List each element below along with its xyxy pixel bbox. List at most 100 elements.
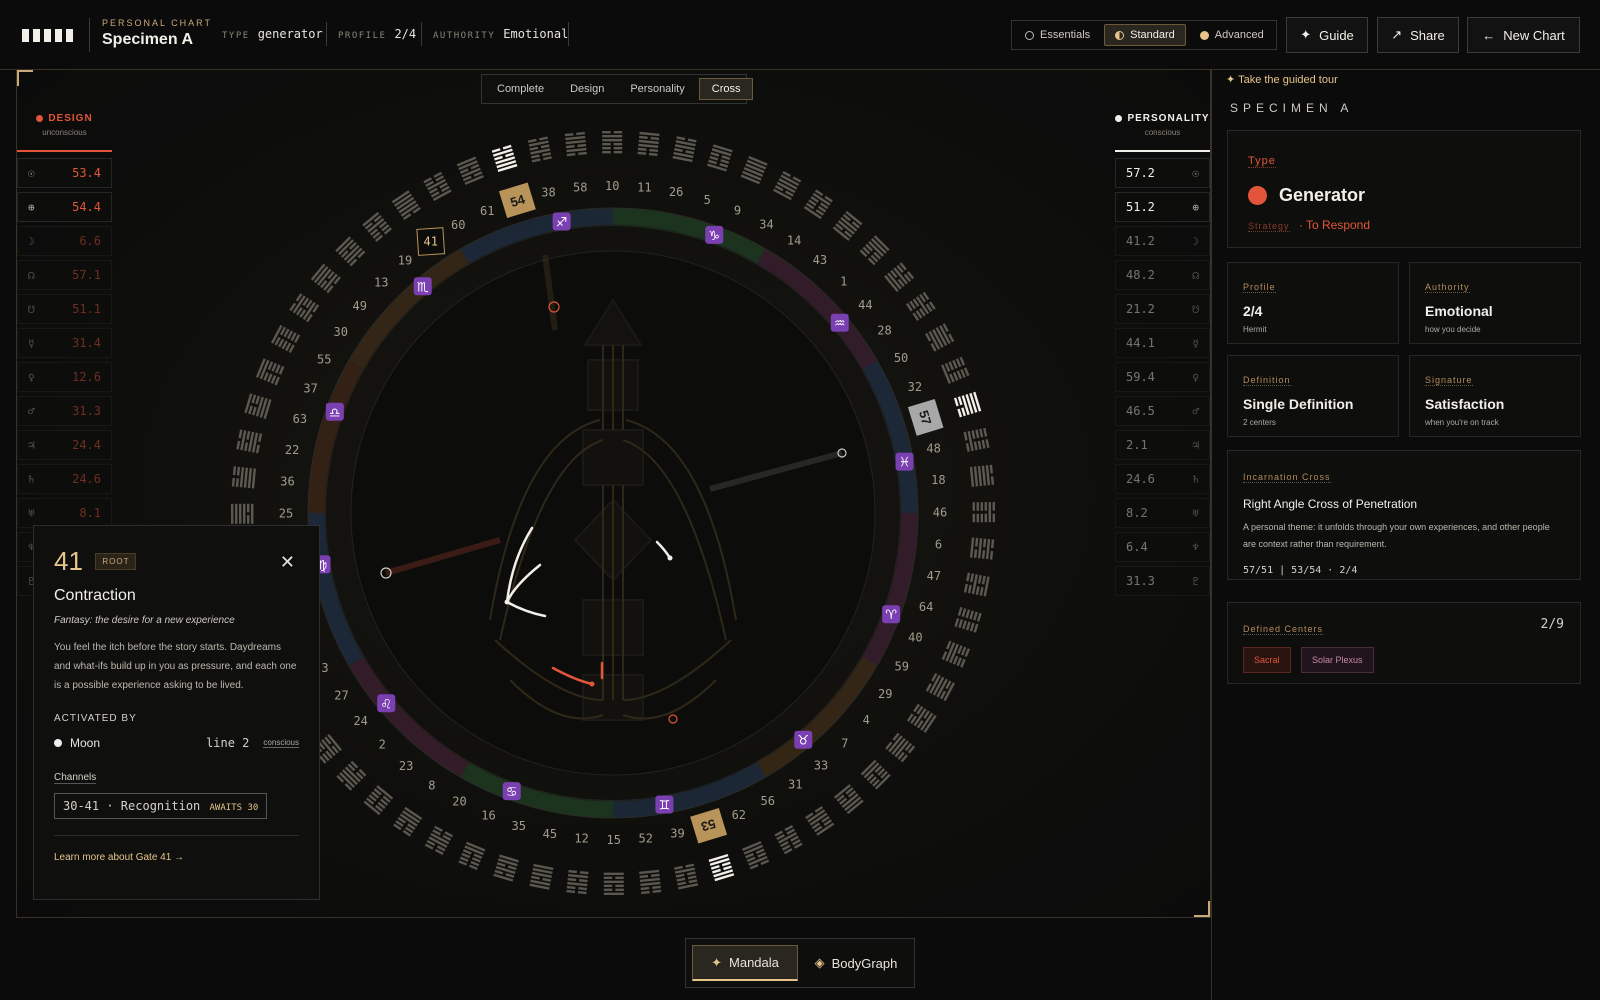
hexagram-icon	[906, 703, 937, 733]
gate-number-label[interactable]: 36	[280, 475, 294, 489]
hexagram-icon	[969, 537, 995, 560]
svg-text:♉: ♉	[797, 734, 809, 749]
gate-number-label[interactable]: 26	[669, 185, 683, 199]
gate-number-label[interactable]: 47	[927, 569, 941, 583]
hexagram-icon	[860, 759, 891, 790]
gate-number-label[interactable]: 56	[761, 794, 775, 808]
highlighted-gate-marker[interactable]: 53	[690, 807, 728, 844]
tab-design[interactable]: Design	[558, 78, 616, 100]
gate-number-label[interactable]: 25	[279, 507, 293, 521]
hexagram-icon	[391, 190, 421, 221]
gate-number-label[interactable]: 9	[734, 204, 741, 218]
activation-kind: conscious	[263, 738, 299, 748]
hexagram-icon	[602, 130, 623, 154]
hexagram-icon	[905, 291, 936, 321]
hexagram-icon	[742, 841, 770, 870]
activation-row: Moon line 2 conscious	[54, 736, 299, 750]
highlighted-gate-marker[interactable]: 57	[907, 398, 944, 436]
gate-number-label[interactable]: 62	[732, 808, 746, 822]
hexagram-icon	[708, 853, 735, 882]
close-icon[interactable]: ✕	[280, 552, 295, 573]
gate-number-label[interactable]: 11	[637, 181, 651, 195]
hexagram-icon	[834, 784, 864, 815]
gate-number-label[interactable]: 38	[541, 185, 555, 199]
gate-number-label[interactable]: 44	[858, 298, 872, 312]
gate-number-label[interactable]: 28	[877, 324, 891, 338]
gate-number-label[interactable]: 22	[285, 443, 299, 457]
gate-number-label[interactable]: 40	[908, 630, 922, 644]
gate-number-label[interactable]: 64	[919, 600, 933, 614]
gate-number-label[interactable]: 61	[480, 204, 494, 218]
channels-heading: Channels	[54, 772, 97, 784]
gate-number-label[interactable]: 30	[333, 325, 347, 339]
gate-number-label[interactable]: 46	[933, 505, 947, 519]
gate-number-label[interactable]: 58	[573, 181, 587, 195]
gate-number-label[interactable]: 39	[670, 827, 684, 841]
gate-number-label[interactable]: 10	[605, 179, 619, 193]
hexagram-icon	[925, 323, 955, 352]
gate-number-label[interactable]: 60	[451, 218, 465, 232]
gate-number-label[interactable]: 7	[841, 737, 848, 751]
selected-gate-marker[interactable]: 41	[416, 227, 446, 256]
tab-cross[interactable]: Cross	[698, 78, 754, 100]
gate-number-label[interactable]: 1	[840, 274, 847, 288]
gate-number-label[interactable]: 43	[813, 253, 827, 267]
gate-number-label[interactable]: 18	[931, 473, 945, 487]
gate-number-label[interactable]: 32	[908, 380, 922, 394]
hexagram-icon	[972, 502, 996, 523]
gate-number-label[interactable]: 27	[334, 688, 348, 702]
hexagram-icon	[493, 854, 519, 882]
hexagram-icon	[774, 825, 803, 855]
gate-number-label[interactable]: 48	[926, 442, 940, 456]
hexagram-icon	[941, 356, 970, 384]
gate-number-label[interactable]: 23	[399, 759, 413, 773]
gate-number-label[interactable]: 6	[935, 537, 942, 551]
gate-number-label[interactable]: 29	[878, 687, 892, 701]
hexagram-icon	[740, 155, 768, 185]
svg-text:♈: ♈	[885, 608, 897, 623]
gate-number-label[interactable]: 34	[759, 217, 773, 231]
hexagram-icon	[236, 429, 263, 454]
gate-number-label[interactable]: 14	[787, 234, 801, 248]
svg-text:♌: ♌	[380, 697, 392, 712]
gate-number-label[interactable]: 3	[321, 661, 328, 675]
gate-number-label[interactable]: 50	[894, 351, 908, 365]
gate-number-label[interactable]: 35	[512, 819, 526, 833]
gate-number-label[interactable]: 16	[481, 808, 495, 822]
gate-number-label[interactable]: 52	[639, 831, 653, 845]
gate-theme: Fantasy: the desire for a new experience	[54, 615, 235, 626]
gate-number-label[interactable]: 15	[606, 833, 620, 847]
gate-number-label[interactable]: 8	[428, 778, 435, 792]
hexagram-icon	[674, 863, 699, 890]
gate-number-label[interactable]: 59	[894, 660, 908, 674]
gate-number-label[interactable]: 2	[379, 738, 386, 752]
gate-number-label[interactable]: 13	[374, 275, 388, 289]
gate-number-label[interactable]: 49	[353, 299, 367, 313]
hexagram-icon	[803, 189, 833, 220]
tab-personality[interactable]: Personality	[618, 78, 696, 100]
gate-number-label[interactable]: 37	[303, 382, 317, 396]
highlighted-gate-marker[interactable]: 54	[498, 182, 536, 219]
svg-text:♏: ♏	[417, 280, 429, 295]
gate-number-label[interactable]: 20	[452, 795, 466, 809]
gate-number-label[interactable]: 33	[814, 758, 828, 772]
hexagram-icon	[832, 210, 863, 241]
gate-number-label[interactable]: 19	[398, 254, 412, 268]
hexagram-icon	[963, 427, 990, 452]
activation-line: line 2	[206, 736, 250, 750]
hexagram-icon	[672, 136, 697, 163]
gate-number-label[interactable]: 31	[788, 777, 802, 791]
gate-number-label[interactable]: 5	[704, 193, 711, 207]
gate-number-label[interactable]: 4	[863, 713, 870, 727]
gate-number-label[interactable]: 55	[317, 352, 331, 366]
hexagram-icon	[335, 236, 366, 267]
gate-number-label[interactable]: 63	[293, 412, 307, 426]
svg-text:♋: ♋	[506, 785, 518, 800]
channel-chip[interactable]: 30-41 · Recognition AWAITS 30	[54, 793, 268, 819]
gate-number-label[interactable]: 45	[543, 827, 557, 841]
gate-number-label[interactable]: 24	[353, 714, 367, 728]
gate-number-label[interactable]: 12	[574, 831, 588, 845]
tab-complete[interactable]: Complete	[485, 78, 556, 100]
hexagram-icon	[969, 464, 995, 487]
gate-learn-more-link[interactable]: Learn more about Gate 41 →	[54, 852, 299, 863]
